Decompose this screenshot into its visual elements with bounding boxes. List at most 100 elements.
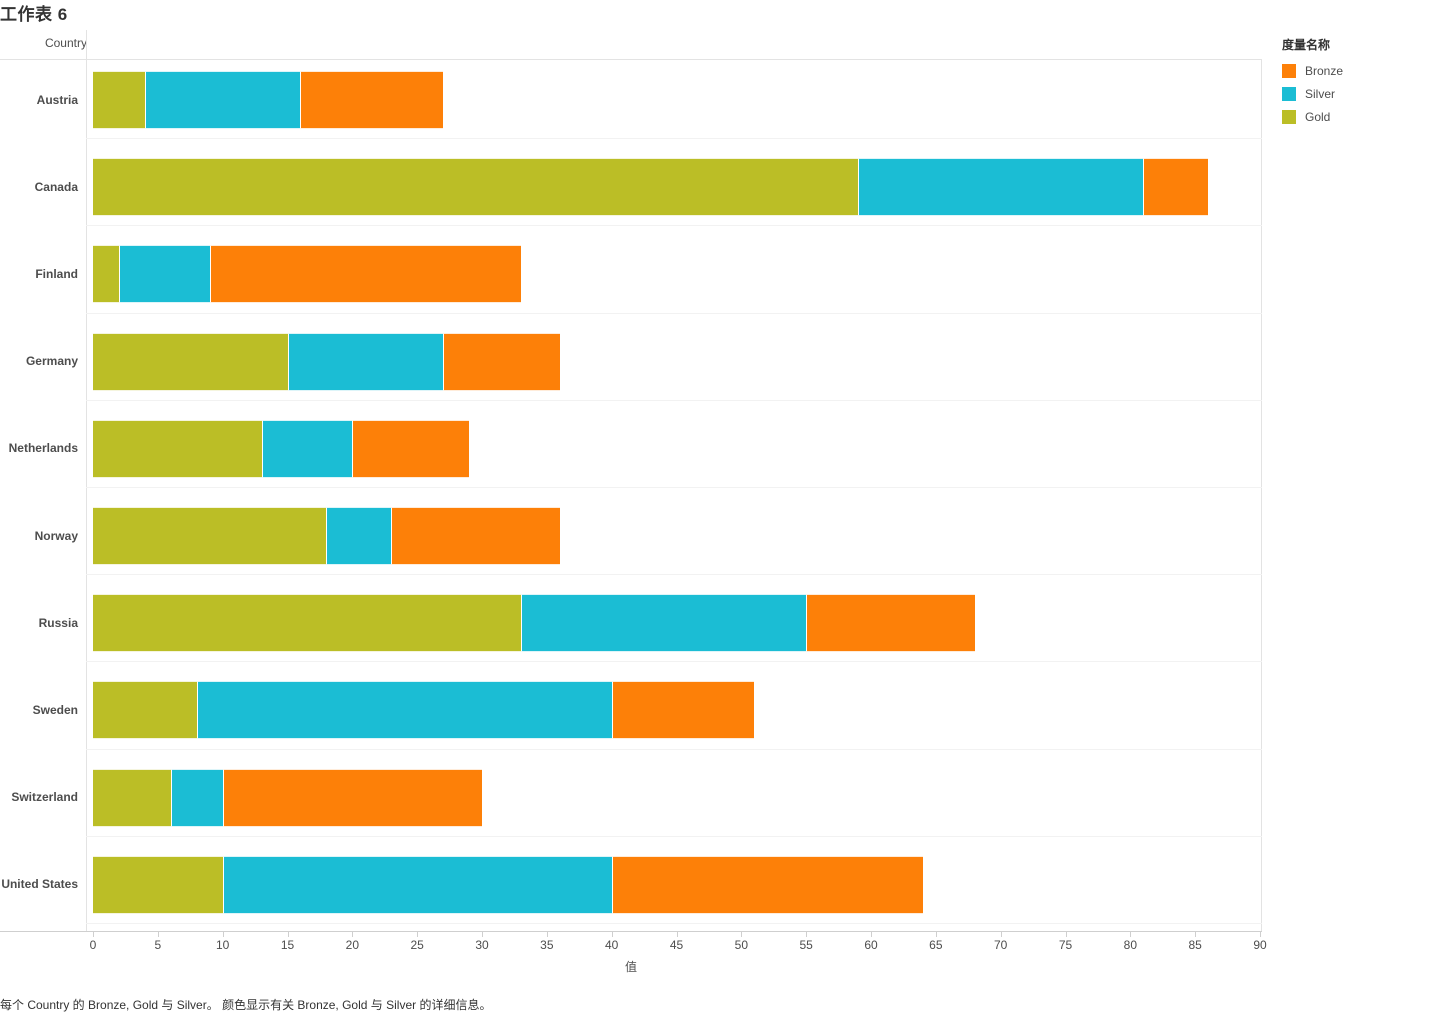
bar-segment-silver[interactable]	[326, 507, 392, 565]
legend-item-bronze[interactable]: Bronze	[1282, 59, 1432, 82]
row-separator	[86, 312, 1262, 314]
x-axis-tick-label: 15	[280, 938, 295, 952]
bar-track	[93, 670, 1260, 749]
bar-segment-silver[interactable]	[858, 158, 1144, 217]
x-axis-title: 值	[624, 960, 637, 974]
x-axis-tick-label: 75	[1058, 938, 1073, 952]
bar-segment-bronze[interactable]	[806, 594, 975, 653]
bar-row[interactable]: Norway	[0, 496, 1262, 576]
bar-row[interactable]: Canada	[0, 147, 1262, 227]
bar-segment-gold[interactable]	[93, 507, 327, 565]
chart-canvas: Country Austria Canada Finland Germany Nethe…	[0, 30, 1267, 974]
bar-segment-silver[interactable]	[196, 681, 612, 740]
x-axis-tick	[741, 932, 743, 937]
stacked-bar[interactable]	[93, 855, 923, 914]
x-axis-tick-label: 70	[993, 938, 1008, 952]
bar-row[interactable]: Germany	[0, 322, 1262, 401]
bar-row[interactable]: Finland	[0, 234, 1262, 314]
bar-segment-bronze[interactable]	[1143, 158, 1209, 217]
x-axis-tick	[1130, 932, 1132, 937]
x-axis-tick-label: 10	[215, 938, 230, 952]
y-axis-label-switzerland[interactable]: Switzerland	[0, 758, 78, 837]
chart-caption: 每个 Country 的 Bronze, Gold 与 Silver。 颜色显示…	[0, 998, 492, 1012]
row-separator	[86, 923, 1262, 925]
stacked-bar[interactable]	[93, 419, 470, 478]
bar-segment-silver[interactable]	[261, 419, 353, 478]
bar-segment-gold[interactable]	[93, 71, 145, 129]
bar-track	[93, 496, 1260, 575]
legend-item-silver[interactable]: Silver	[1282, 82, 1432, 105]
bar-track	[93, 845, 1260, 924]
bar-track	[93, 758, 1260, 837]
bar-row[interactable]: Netherlands	[0, 409, 1262, 489]
x-axis-tick	[157, 932, 159, 937]
legend-swatch-icon	[1282, 86, 1296, 101]
x-axis-tick-label: 90	[1253, 938, 1267, 952]
x-axis-tick-label: 85	[1188, 938, 1202, 952]
x-axis-tick-label: 45	[669, 938, 684, 952]
x-axis-tick	[352, 932, 354, 937]
y-axis-label-finland[interactable]: Finland	[0, 234, 78, 313]
plot-region: Austria Canada Finland Germany Netherlands No…	[0, 60, 1262, 932]
bar-segment-bronze[interactable]	[209, 245, 521, 304]
stacked-bar[interactable]	[93, 594, 975, 653]
bar-segment-silver[interactable]	[144, 71, 301, 129]
page-title: 工作表 6	[0, 5, 68, 24]
bar-row[interactable]: Switzerland	[0, 758, 1262, 837]
y-axis-label-canada[interactable]: Canada	[0, 147, 78, 226]
bar-segment-silver[interactable]	[118, 245, 210, 304]
bar-segment-silver[interactable]	[520, 594, 807, 653]
field-header-country[interactable]: Country	[45, 36, 87, 50]
stacked-bar[interactable]	[93, 681, 755, 740]
bar-segment-bronze[interactable]	[611, 681, 755, 740]
y-axis-label-netherlands[interactable]: Netherlands	[0, 409, 78, 488]
bar-segment-silver[interactable]	[287, 332, 444, 391]
legend-swatch-icon	[1282, 63, 1296, 78]
bar-segment-gold[interactable]	[93, 855, 223, 914]
bar-segment-bronze[interactable]	[222, 768, 482, 827]
bar-segment-bronze[interactable]	[443, 332, 560, 391]
bar-segment-silver[interactable]	[222, 855, 612, 914]
bar-segment-bronze[interactable]	[611, 855, 923, 914]
y-axis-label-united-states[interactable]: United States	[0, 845, 78, 924]
bar-segment-bronze[interactable]	[300, 71, 444, 129]
bar-row[interactable]: United States	[0, 845, 1262, 925]
bar-segment-gold[interactable]	[93, 681, 197, 740]
stacked-bar[interactable]	[93, 71, 444, 129]
bar-segment-gold[interactable]	[93, 245, 119, 304]
bar-segment-gold[interactable]	[93, 594, 521, 653]
bar-segment-gold[interactable]	[93, 419, 262, 478]
x-axis-tick	[1065, 932, 1067, 937]
bar-segment-gold[interactable]	[93, 768, 171, 827]
bar-row[interactable]: Russia	[0, 583, 1262, 663]
y-axis-label-sweden[interactable]: Sweden	[0, 670, 78, 749]
x-axis-tick	[1000, 932, 1002, 937]
stacked-bar[interactable]	[93, 245, 521, 304]
y-axis-label-norway[interactable]: Norway	[0, 496, 78, 575]
bar-segment-gold[interactable]	[93, 332, 288, 391]
bar-track	[93, 60, 1260, 139]
y-axis-label-austria[interactable]: Austria	[0, 60, 78, 139]
legend-item-gold[interactable]: Gold	[1282, 105, 1432, 128]
row-separator	[86, 661, 1262, 663]
stacked-bar[interactable]	[93, 768, 482, 827]
stacked-bar[interactable]	[93, 158, 1209, 217]
bar-segment-silver[interactable]	[170, 768, 223, 827]
x-axis-tick-label: 25	[410, 938, 424, 952]
x-axis-tick-label: 50	[734, 938, 749, 952]
bar-segment-gold[interactable]	[93, 158, 859, 217]
x-axis-tick-label: 0	[89, 938, 97, 952]
y-axis-label-germany[interactable]: Germany	[0, 322, 78, 401]
bar-row[interactable]: Austria	[0, 60, 1262, 140]
stacked-bar[interactable]	[93, 332, 560, 391]
x-axis-tick-label: 65	[929, 938, 943, 952]
bar-segment-bronze[interactable]	[391, 507, 560, 565]
row-separator	[86, 138, 1262, 140]
y-axis-label-russia[interactable]: Russia	[0, 583, 78, 662]
bar-track	[93, 409, 1260, 488]
bar-segment-bronze[interactable]	[352, 419, 470, 478]
stacked-bar[interactable]	[93, 507, 560, 565]
x-axis-tick	[222, 932, 224, 937]
x-axis-tick	[806, 932, 808, 937]
bar-row[interactable]: Sweden	[0, 670, 1262, 750]
